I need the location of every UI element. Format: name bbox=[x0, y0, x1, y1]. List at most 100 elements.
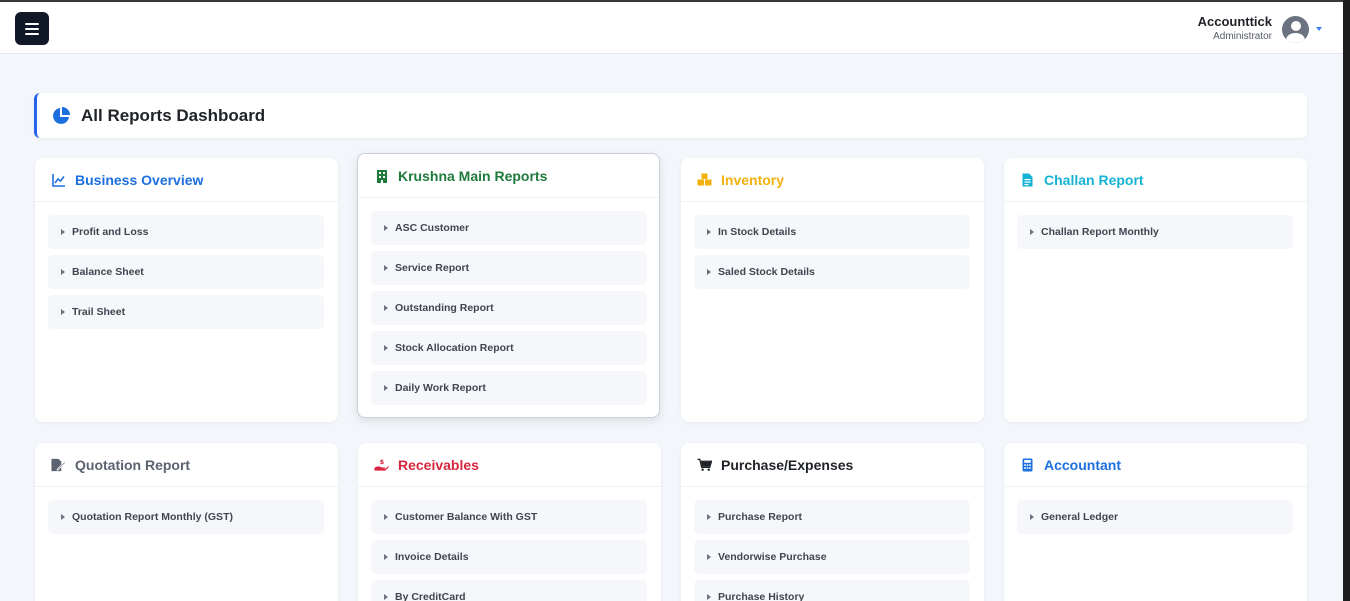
report-link-in-stock-details[interactable]: In Stock Details bbox=[694, 215, 970, 249]
caret-right-icon bbox=[384, 594, 388, 600]
card-title: Purchase/Expenses bbox=[721, 456, 854, 473]
caret-right-icon bbox=[707, 554, 711, 560]
card-receivables: $ Receivables Customer Balance With GST … bbox=[358, 443, 661, 601]
report-list: Profit and Loss Balance Sheet Trail Shee… bbox=[35, 202, 338, 329]
report-link-purchase-history[interactable]: Purchase History bbox=[694, 580, 970, 601]
caret-down-icon[interactable] bbox=[1316, 27, 1322, 31]
user-info: Accounttick Administrator bbox=[1198, 14, 1272, 44]
card-title: Quotation Report bbox=[75, 456, 191, 473]
card-challan-report: Challan Report Challan Report Monthly bbox=[1004, 158, 1307, 422]
report-list: ASC Customer Service Report Outstanding … bbox=[358, 198, 659, 405]
caret-right-icon bbox=[707, 229, 711, 235]
line-chart-icon bbox=[51, 172, 66, 187]
caret-right-icon bbox=[707, 514, 711, 520]
report-link-label: Outstanding Report bbox=[395, 302, 494, 314]
card-header: Quotation Report bbox=[35, 443, 338, 487]
report-link-vendorwise-purchase[interactable]: Vendorwise Purchase bbox=[694, 540, 970, 574]
top-navbar: Accounttick Administrator bbox=[0, 2, 1343, 54]
caret-right-icon bbox=[1030, 514, 1034, 520]
report-link-label: Vendorwise Purchase bbox=[718, 551, 827, 563]
report-list: General Ledger bbox=[1004, 487, 1307, 534]
svg-text:$: $ bbox=[380, 458, 385, 466]
caret-right-icon bbox=[384, 514, 388, 520]
caret-right-icon bbox=[61, 514, 65, 520]
hamburger-menu-button[interactable] bbox=[15, 12, 49, 45]
report-list: Quotation Report Monthly (GST) bbox=[35, 487, 338, 534]
report-list: Challan Report Monthly bbox=[1004, 202, 1307, 249]
report-link-label: Purchase Report bbox=[718, 511, 803, 523]
report-link-general-ledger[interactable]: General Ledger bbox=[1017, 500, 1293, 534]
card-purchase-expenses: Purchase/Expenses Purchase Report Vendor… bbox=[681, 443, 984, 601]
avatar-icon[interactable] bbox=[1282, 15, 1309, 43]
report-link-daily-work-report[interactable]: Daily Work Report bbox=[371, 371, 647, 405]
report-link-label: Trail Sheet bbox=[72, 306, 126, 318]
menu-bar bbox=[25, 22, 39, 25]
report-list: Customer Balance With GST Invoice Detail… bbox=[358, 487, 661, 601]
card-title: Inventory bbox=[721, 171, 785, 188]
signature-icon bbox=[51, 457, 66, 472]
card-header: Inventory bbox=[681, 158, 984, 202]
caret-right-icon bbox=[61, 309, 65, 315]
card-title: Business Overview bbox=[75, 171, 204, 188]
caret-right-icon bbox=[384, 385, 388, 391]
report-link-asc-customer[interactable]: ASC Customer bbox=[371, 211, 647, 245]
card-title: Receivables bbox=[398, 456, 479, 473]
page-header: All Reports Dashboard bbox=[34, 93, 1307, 138]
caret-right-icon bbox=[384, 265, 388, 271]
user-role: Administrator bbox=[1213, 31, 1272, 42]
card-inventory: Inventory In Stock Details Saled Stock D… bbox=[681, 158, 984, 422]
report-link-label: Saled Stock Details bbox=[718, 266, 815, 278]
caret-right-icon bbox=[384, 554, 388, 560]
caret-right-icon bbox=[707, 594, 711, 600]
report-link-label: Purchase History bbox=[718, 591, 805, 601]
window-right-edge bbox=[1343, 0, 1350, 601]
hand-coin-icon: $ bbox=[374, 457, 389, 472]
caret-right-icon bbox=[384, 345, 388, 351]
page-title: All Reports Dashboard bbox=[81, 105, 266, 125]
card-title: Krushna Main Reports bbox=[398, 167, 548, 184]
report-link-label: Challan Report Monthly bbox=[1041, 226, 1159, 238]
report-link-profit-and-loss[interactable]: Profit and Loss bbox=[48, 215, 324, 249]
card-header: $ Receivables bbox=[358, 443, 661, 487]
report-link-trail-sheet[interactable]: Trail Sheet bbox=[48, 295, 324, 329]
report-link-service-report[interactable]: Service Report bbox=[371, 251, 647, 285]
cart-icon bbox=[697, 457, 712, 472]
user-name: Accounttick bbox=[1197, 14, 1272, 29]
card-quotation-report: Quotation Report Quotation Report Monthl… bbox=[35, 443, 338, 601]
card-title: Accountant bbox=[1044, 456, 1121, 473]
report-link-saled-stock-details[interactable]: Saled Stock Details bbox=[694, 255, 970, 289]
calculator-icon bbox=[1020, 457, 1035, 472]
report-link-label: Daily Work Report bbox=[395, 382, 486, 394]
report-link-label: Customer Balance With GST bbox=[395, 511, 538, 523]
report-link-label: Stock Allocation Report bbox=[395, 342, 514, 354]
report-link-challan-report-monthly[interactable]: Challan Report Monthly bbox=[1017, 215, 1293, 249]
card-business-overview: Business Overview Profit and Loss Balanc… bbox=[35, 158, 338, 422]
boxes-icon bbox=[697, 172, 712, 187]
card-header: Krushna Main Reports bbox=[358, 154, 659, 198]
report-link-label: ASC Customer bbox=[395, 222, 470, 234]
report-link-quotation-report-monthly-gst[interactable]: Quotation Report Monthly (GST) bbox=[48, 500, 324, 534]
report-link-balance-sheet[interactable]: Balance Sheet bbox=[48, 255, 324, 289]
user-menu[interactable]: Accounttick Administrator bbox=[1198, 12, 1322, 46]
report-link-label: By CreditCard bbox=[395, 591, 466, 601]
caret-right-icon bbox=[61, 269, 65, 275]
report-link-stock-allocation-report[interactable]: Stock Allocation Report bbox=[371, 331, 647, 365]
report-link-by-creditcard[interactable]: By CreditCard bbox=[371, 580, 647, 601]
menu-bar bbox=[25, 27, 39, 30]
report-link-purchase-report[interactable]: Purchase Report bbox=[694, 500, 970, 534]
report-link-invoice-details[interactable]: Invoice Details bbox=[371, 540, 647, 574]
report-link-outstanding-report[interactable]: Outstanding Report bbox=[371, 291, 647, 325]
report-list: Purchase Report Vendorwise Purchase Purc… bbox=[681, 487, 984, 601]
caret-right-icon bbox=[1030, 229, 1034, 235]
document-icon bbox=[1020, 172, 1035, 187]
report-link-label: Invoice Details bbox=[395, 551, 469, 563]
report-link-customer-balance-with-gst[interactable]: Customer Balance With GST bbox=[371, 500, 647, 534]
card-krushna-main-reports: Krushna Main Reports ASC Customer Servic… bbox=[357, 153, 660, 418]
building-icon bbox=[374, 168, 389, 183]
report-link-label: General Ledger bbox=[1041, 511, 1119, 523]
caret-right-icon bbox=[61, 229, 65, 235]
caret-right-icon bbox=[384, 225, 388, 231]
pie-chart-icon bbox=[53, 106, 70, 124]
report-link-label: Balance Sheet bbox=[72, 266, 144, 278]
card-accountant: Accountant General Ledger bbox=[1004, 443, 1307, 601]
